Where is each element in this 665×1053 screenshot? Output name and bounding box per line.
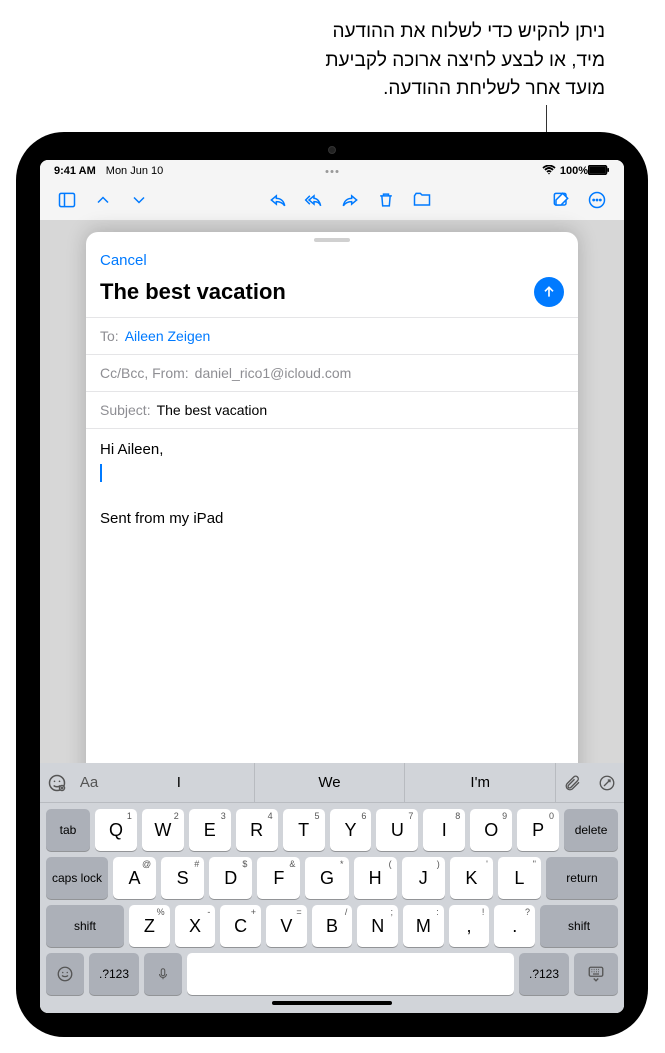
key-b[interactable]: B/ — [312, 905, 353, 947]
key-z[interactable]: Z% — [129, 905, 170, 947]
to-label: To: — [100, 328, 119, 344]
keyboard: Aa I We I'm tab Q1W2E3R4T5Y6U7I8O9P0dele… — [40, 763, 624, 1013]
status-time: 9:41 AM — [54, 165, 96, 177]
key-n[interactable]: N; — [357, 905, 398, 947]
key-w[interactable]: W2 — [142, 809, 184, 851]
move-button[interactable] — [407, 185, 437, 215]
reply-all-button[interactable] — [299, 185, 329, 215]
status-date: Mon Jun 10 — [106, 165, 163, 177]
key-k[interactable]: K' — [450, 857, 493, 899]
multitask-dots[interactable] — [326, 170, 339, 173]
to-field[interactable]: To: Aileen Zeigen — [86, 317, 578, 354]
status-bar: 9:41 AM Mon Jun 10 100% — [40, 160, 624, 180]
key-x[interactable]: X- — [175, 905, 216, 947]
ccbcc-value: daniel_rico1@icloud.com — [195, 365, 352, 381]
stickers-icon[interactable] — [40, 763, 74, 802]
home-indicator[interactable] — [272, 1001, 392, 1005]
key-d[interactable]: D$ — [209, 857, 252, 899]
dismiss-keyboard-key[interactable] — [574, 953, 618, 995]
emoji-key[interactable] — [46, 953, 84, 995]
key-i[interactable]: I8 — [423, 809, 465, 851]
dictation-key[interactable] — [144, 953, 182, 995]
callout-line2: מיד, או לבצע לחיצה ארוכה לקביעת — [325, 47, 605, 76]
return-key[interactable]: return — [546, 857, 618, 899]
format-button[interactable]: Aa — [74, 763, 104, 802]
compose-title: The best vacation — [100, 279, 534, 305]
mail-toolbar — [40, 180, 624, 220]
key-u[interactable]: U7 — [376, 809, 418, 851]
key-c[interactable]: C+ — [220, 905, 261, 947]
cancel-button[interactable]: Cancel — [100, 248, 147, 273]
ccbcc-field[interactable]: Cc/Bcc, From: daniel_rico1@icloud.com — [86, 354, 578, 391]
keyboard-row-3: shift Z%X-C+V=B/N;M:,!.?shift — [46, 905, 618, 947]
ccbcc-label: Cc/Bcc, From: — [100, 365, 189, 381]
key-,[interactable]: ,! — [449, 905, 490, 947]
num-key-left[interactable]: .?123 — [89, 953, 139, 995]
forward-button[interactable] — [335, 185, 365, 215]
key-f[interactable]: F& — [257, 857, 300, 899]
key-h[interactable]: H( — [354, 857, 397, 899]
suggestion-2[interactable]: We — [255, 763, 406, 802]
battery-percent: 100% — [560, 165, 588, 177]
send-button[interactable] — [534, 277, 564, 307]
suggestion-bar: Aa I We I'm — [40, 763, 624, 803]
email-body[interactable]: Hi Aileen, Sent from my iPad — [86, 428, 578, 792]
to-value[interactable]: Aileen Zeigen — [125, 328, 211, 344]
key-y[interactable]: Y6 — [330, 809, 372, 851]
tab-key[interactable]: tab — [46, 809, 90, 851]
space-key[interactable] — [187, 953, 514, 995]
attachment-icon[interactable] — [556, 763, 590, 802]
key-g[interactable]: G* — [305, 857, 348, 899]
key-p[interactable]: P0 — [517, 809, 559, 851]
key-m[interactable]: M: — [403, 905, 444, 947]
callout-line3: מועד אחר לשליחת ההודעה. — [325, 75, 605, 104]
body-signature: Sent from my iPad — [100, 510, 564, 527]
battery-icon — [588, 165, 610, 178]
key-e[interactable]: E3 — [189, 809, 231, 851]
key-q[interactable]: Q1 — [95, 809, 137, 851]
text-cursor — [100, 464, 102, 482]
keyboard-row-2: caps lock A@S#D$F&G*H(J)K'L"return — [46, 857, 618, 899]
suggestion-1[interactable]: I — [104, 763, 255, 802]
keyboard-row-4: .?123 .?123 — [46, 953, 618, 995]
screen: 9:41 AM Mon Jun 10 100% — [40, 160, 624, 1013]
shift-key-left[interactable]: shift — [46, 905, 124, 947]
compose-button[interactable] — [546, 185, 576, 215]
num-key-right[interactable]: .?123 — [519, 953, 569, 995]
key-a[interactable]: A@ — [113, 857, 156, 899]
callout-line1: ניתן להקיש כדי לשלוח את ההודעה — [325, 18, 605, 47]
callout-text: ניתן להקיש כדי לשלוח את ההודעה מיד, או ל… — [325, 18, 605, 104]
markup-icon[interactable] — [590, 763, 624, 802]
key-o[interactable]: O9 — [470, 809, 512, 851]
delete-key[interactable]: delete — [564, 809, 618, 851]
trash-button[interactable] — [371, 185, 401, 215]
key-l[interactable]: L" — [498, 857, 541, 899]
sidebar-toggle-button[interactable] — [52, 185, 82, 215]
shift-key-right[interactable]: shift — [540, 905, 618, 947]
ipad-frame: 9:41 AM Mon Jun 10 100% — [16, 132, 648, 1037]
compose-sheet: Cancel The best vacation To: Aileen Zeig… — [86, 232, 578, 792]
keyboard-row-1: tab Q1W2E3R4T5Y6U7I8O9P0delete — [46, 809, 618, 851]
previous-message-button[interactable] — [88, 185, 118, 215]
reply-button[interactable] — [263, 185, 293, 215]
key-.[interactable]: .? — [494, 905, 535, 947]
next-message-button[interactable] — [124, 185, 154, 215]
key-s[interactable]: S# — [161, 857, 204, 899]
subject-value[interactable]: The best vacation — [157, 402, 268, 418]
subject-field[interactable]: Subject: The best vacation — [86, 391, 578, 428]
key-t[interactable]: T5 — [283, 809, 325, 851]
caps-lock-key[interactable]: caps lock — [46, 857, 108, 899]
subject-label: Subject: — [100, 402, 151, 418]
suggestion-3[interactable]: I'm — [405, 763, 556, 802]
sheet-grabber[interactable] — [314, 238, 350, 242]
wifi-icon — [542, 165, 556, 178]
key-j[interactable]: J) — [402, 857, 445, 899]
key-r[interactable]: R4 — [236, 809, 278, 851]
camera-dot — [328, 146, 336, 154]
body-greeting: Hi Aileen, — [100, 441, 564, 458]
key-v[interactable]: V= — [266, 905, 307, 947]
more-button[interactable] — [582, 185, 612, 215]
